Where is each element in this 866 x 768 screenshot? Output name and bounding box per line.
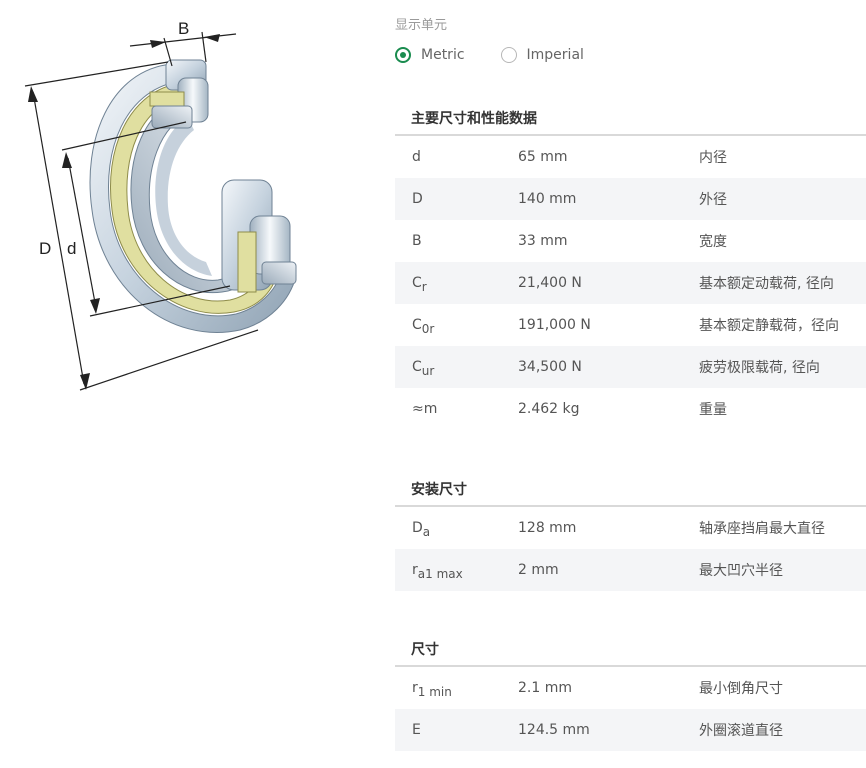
spec-section: 安装尺寸 Da 128 mm 轴承座挡肩最大直径 ra1 max 2 mm 最大凹穴半径: [395, 475, 866, 591]
symbol-subscript: ur: [421, 364, 435, 378]
table-row: Da 128 mm 轴承座挡肩最大直径: [395, 507, 866, 549]
metric-radio[interactable]: Metric: [395, 47, 465, 63]
metric-label: Metric: [421, 47, 465, 63]
section-title: 主要尺寸和性能数据: [395, 104, 866, 136]
table-row: B 33 mm 宽度: [395, 220, 866, 262]
param-value: 2.1 mm: [518, 680, 572, 696]
dimension-label-B: B: [178, 19, 189, 38]
param-value: 140 mm: [518, 191, 577, 207]
param-description: 疲劳极限载荷, 径向: [699, 360, 820, 376]
section-title: 尺寸: [395, 635, 866, 667]
param-symbol: C0r: [395, 317, 518, 336]
param-value: 2.462 kg: [518, 401, 580, 417]
imperial-radio[interactable]: Imperial: [500, 47, 584, 63]
symbol-main: C: [412, 317, 422, 333]
symbol-subscript: r: [421, 280, 427, 294]
param-value: 33 mm: [518, 233, 568, 249]
param-symbol: ra1 max: [395, 562, 518, 581]
param-value: 2 mm: [518, 562, 559, 578]
param-symbol: Cr: [395, 275, 518, 294]
spec-section: 主要尺寸和性能数据 d 65 mm 内径 D 140 mm 外径 B 33 mm 宽度 Cr 21,4…: [395, 104, 866, 430]
param-description: 外径: [699, 192, 727, 208]
param-description: 宽度: [699, 234, 727, 250]
dimension-label-d: d: [67, 239, 76, 258]
param-description: 轴承座挡肩最大直径: [699, 521, 825, 537]
symbol-subscript: a: [422, 525, 431, 539]
symbol-main: D: [412, 520, 423, 536]
radio-checked-icon: [395, 47, 411, 63]
param-value: 21,400 N: [518, 275, 582, 291]
param-description: 最大凹穴半径: [699, 563, 783, 579]
param-symbol: d: [395, 149, 518, 165]
param-description: 内径: [699, 150, 727, 166]
symbol-main: E: [412, 722, 421, 738]
symbol-main: B: [412, 233, 422, 249]
param-value: 34,500 N: [518, 359, 582, 375]
param-description: 基本额定动载荷, 径向: [699, 276, 834, 292]
table-row: d 65 mm 内径: [395, 136, 866, 178]
symbol-main: ≈m: [412, 401, 438, 417]
table-row: ra1 max 2 mm 最大凹穴半径: [395, 549, 866, 591]
symbol-subscript: a1 max: [417, 567, 463, 581]
symbol-main: r: [412, 562, 418, 578]
display-unit-label: 显示单元: [395, 18, 448, 33]
param-symbol: B: [395, 233, 518, 249]
symbol-subscript: 1 min: [417, 685, 452, 699]
param-description: 基本额定静载荷，径向: [699, 318, 839, 334]
table-row: E 124.5 mm 外圈滚道直径: [395, 709, 866, 751]
symbol-main: D: [412, 191, 423, 207]
unit-radio-group: Metric Imperial: [395, 44, 620, 66]
param-value: 191,000 N: [518, 317, 591, 333]
param-value: 65 mm: [518, 149, 568, 165]
symbol-main: C: [412, 359, 422, 375]
spec-section: 尺寸 r1 min 2.1 mm 最小倒角尺寸 E 124.5 mm 外圈滚道直径: [395, 635, 866, 751]
param-description: 外圈滚道直径: [699, 723, 783, 739]
param-symbol: Da: [395, 520, 518, 539]
param-symbol: Cur: [395, 359, 518, 378]
param-description: 最小倒角尺寸: [699, 681, 783, 697]
bearing-drawing: B D d: [24, 19, 297, 391]
symbol-main: C: [412, 275, 422, 291]
param-description: 重量: [699, 402, 727, 418]
bottom-section: [221, 179, 297, 293]
param-symbol: E: [395, 722, 518, 738]
table-row: r1 min 2.1 mm 最小倒角尺寸: [395, 667, 866, 709]
table-row: Cr 21,400 N 基本额定动载荷, 径向: [395, 262, 866, 304]
symbol-main: r: [412, 680, 418, 696]
dimension-label-D: D: [39, 239, 51, 258]
param-symbol: D: [395, 191, 518, 207]
param-value: 124.5 mm: [518, 722, 590, 738]
param-symbol: ≈m: [395, 401, 518, 417]
table-row: ≈m 2.462 kg 重量: [395, 388, 866, 430]
section-title: 安装尺寸: [395, 475, 866, 507]
radio-unchecked-icon: [500, 47, 517, 63]
symbol-subscript: 0r: [421, 322, 435, 336]
imperial-label: Imperial: [526, 47, 584, 63]
table-row: C0r 191,000 N 基本额定静载荷，径向: [395, 304, 866, 346]
table-row: D 140 mm 外径: [395, 178, 866, 220]
param-value: 128 mm: [518, 520, 577, 536]
table-row: Cur 34,500 N 疲劳极限载荷, 径向: [395, 346, 866, 388]
param-symbol: r1 min: [395, 680, 518, 699]
symbol-main: d: [412, 149, 421, 165]
